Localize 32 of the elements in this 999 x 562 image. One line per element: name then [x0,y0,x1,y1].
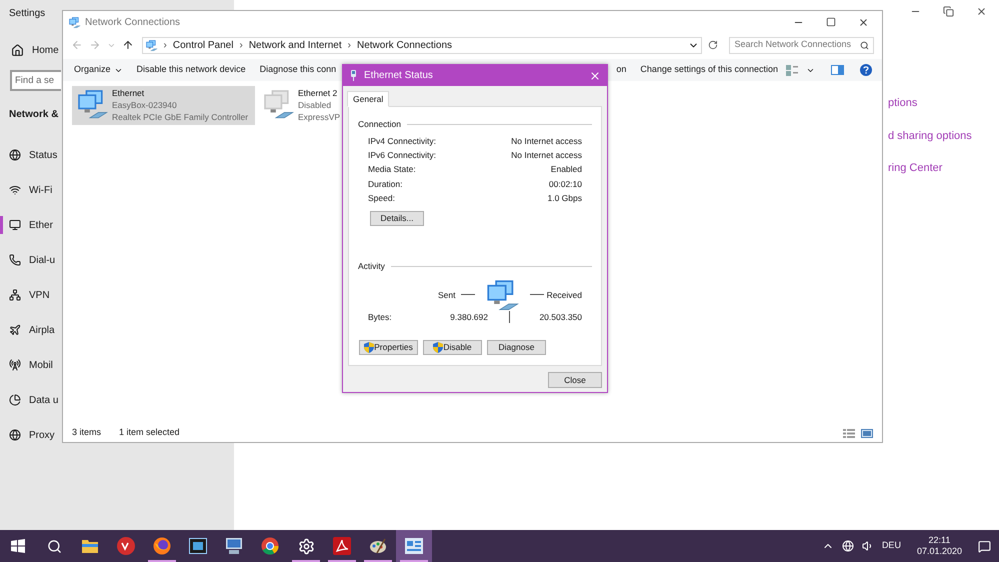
group-heading: Connection [358,118,402,131]
settings-title: Settings [9,7,46,21]
connection-adapter: Realtek PCIe GbE Family Controller [112,111,248,123]
field-value: No Internet access [511,149,582,162]
selection-count: 1 item selected [119,426,180,440]
connection-network: EasyBox-023940 [112,99,178,111]
field-value: Enabled [550,163,582,176]
field-label: Duration: [368,178,402,191]
field-label: IPv4 Connectivity: [368,134,436,148]
dialog-title: Ethernet Status [364,69,433,83]
connection-name: Ethernet 2 [298,87,338,99]
field-value: No Internet access [511,134,582,148]
group-heading: Activity [358,260,385,273]
connection-network: Disabled [298,99,332,111]
section-heading: Network & [9,108,58,122]
received-label: Received [546,288,582,302]
breadcrumb-separator: › [164,38,167,52]
breadcrumb-separator: › [239,38,243,52]
sent-bytes: 9.380.692 [449,310,488,324]
bytes-label: Bytes: [368,310,393,324]
connection-name: Ethernet [112,87,146,99]
field-label: Speed: [368,192,395,205]
field-label: Media State: [368,163,416,176]
field-value: 1.0 Gbps [548,192,582,205]
item-count: 3 items [72,426,102,440]
field-value: 00:02:10 [548,178,582,191]
window-title: Network Connections [85,16,180,30]
breadcrumb-separator: › [348,38,351,52]
received-bytes: 20.503.350 [539,310,582,324]
field-label: IPv6 Connectivity: [368,149,436,162]
sent-label: Sent [438,288,456,302]
connection-adapter: ExpressVP [298,111,340,123]
